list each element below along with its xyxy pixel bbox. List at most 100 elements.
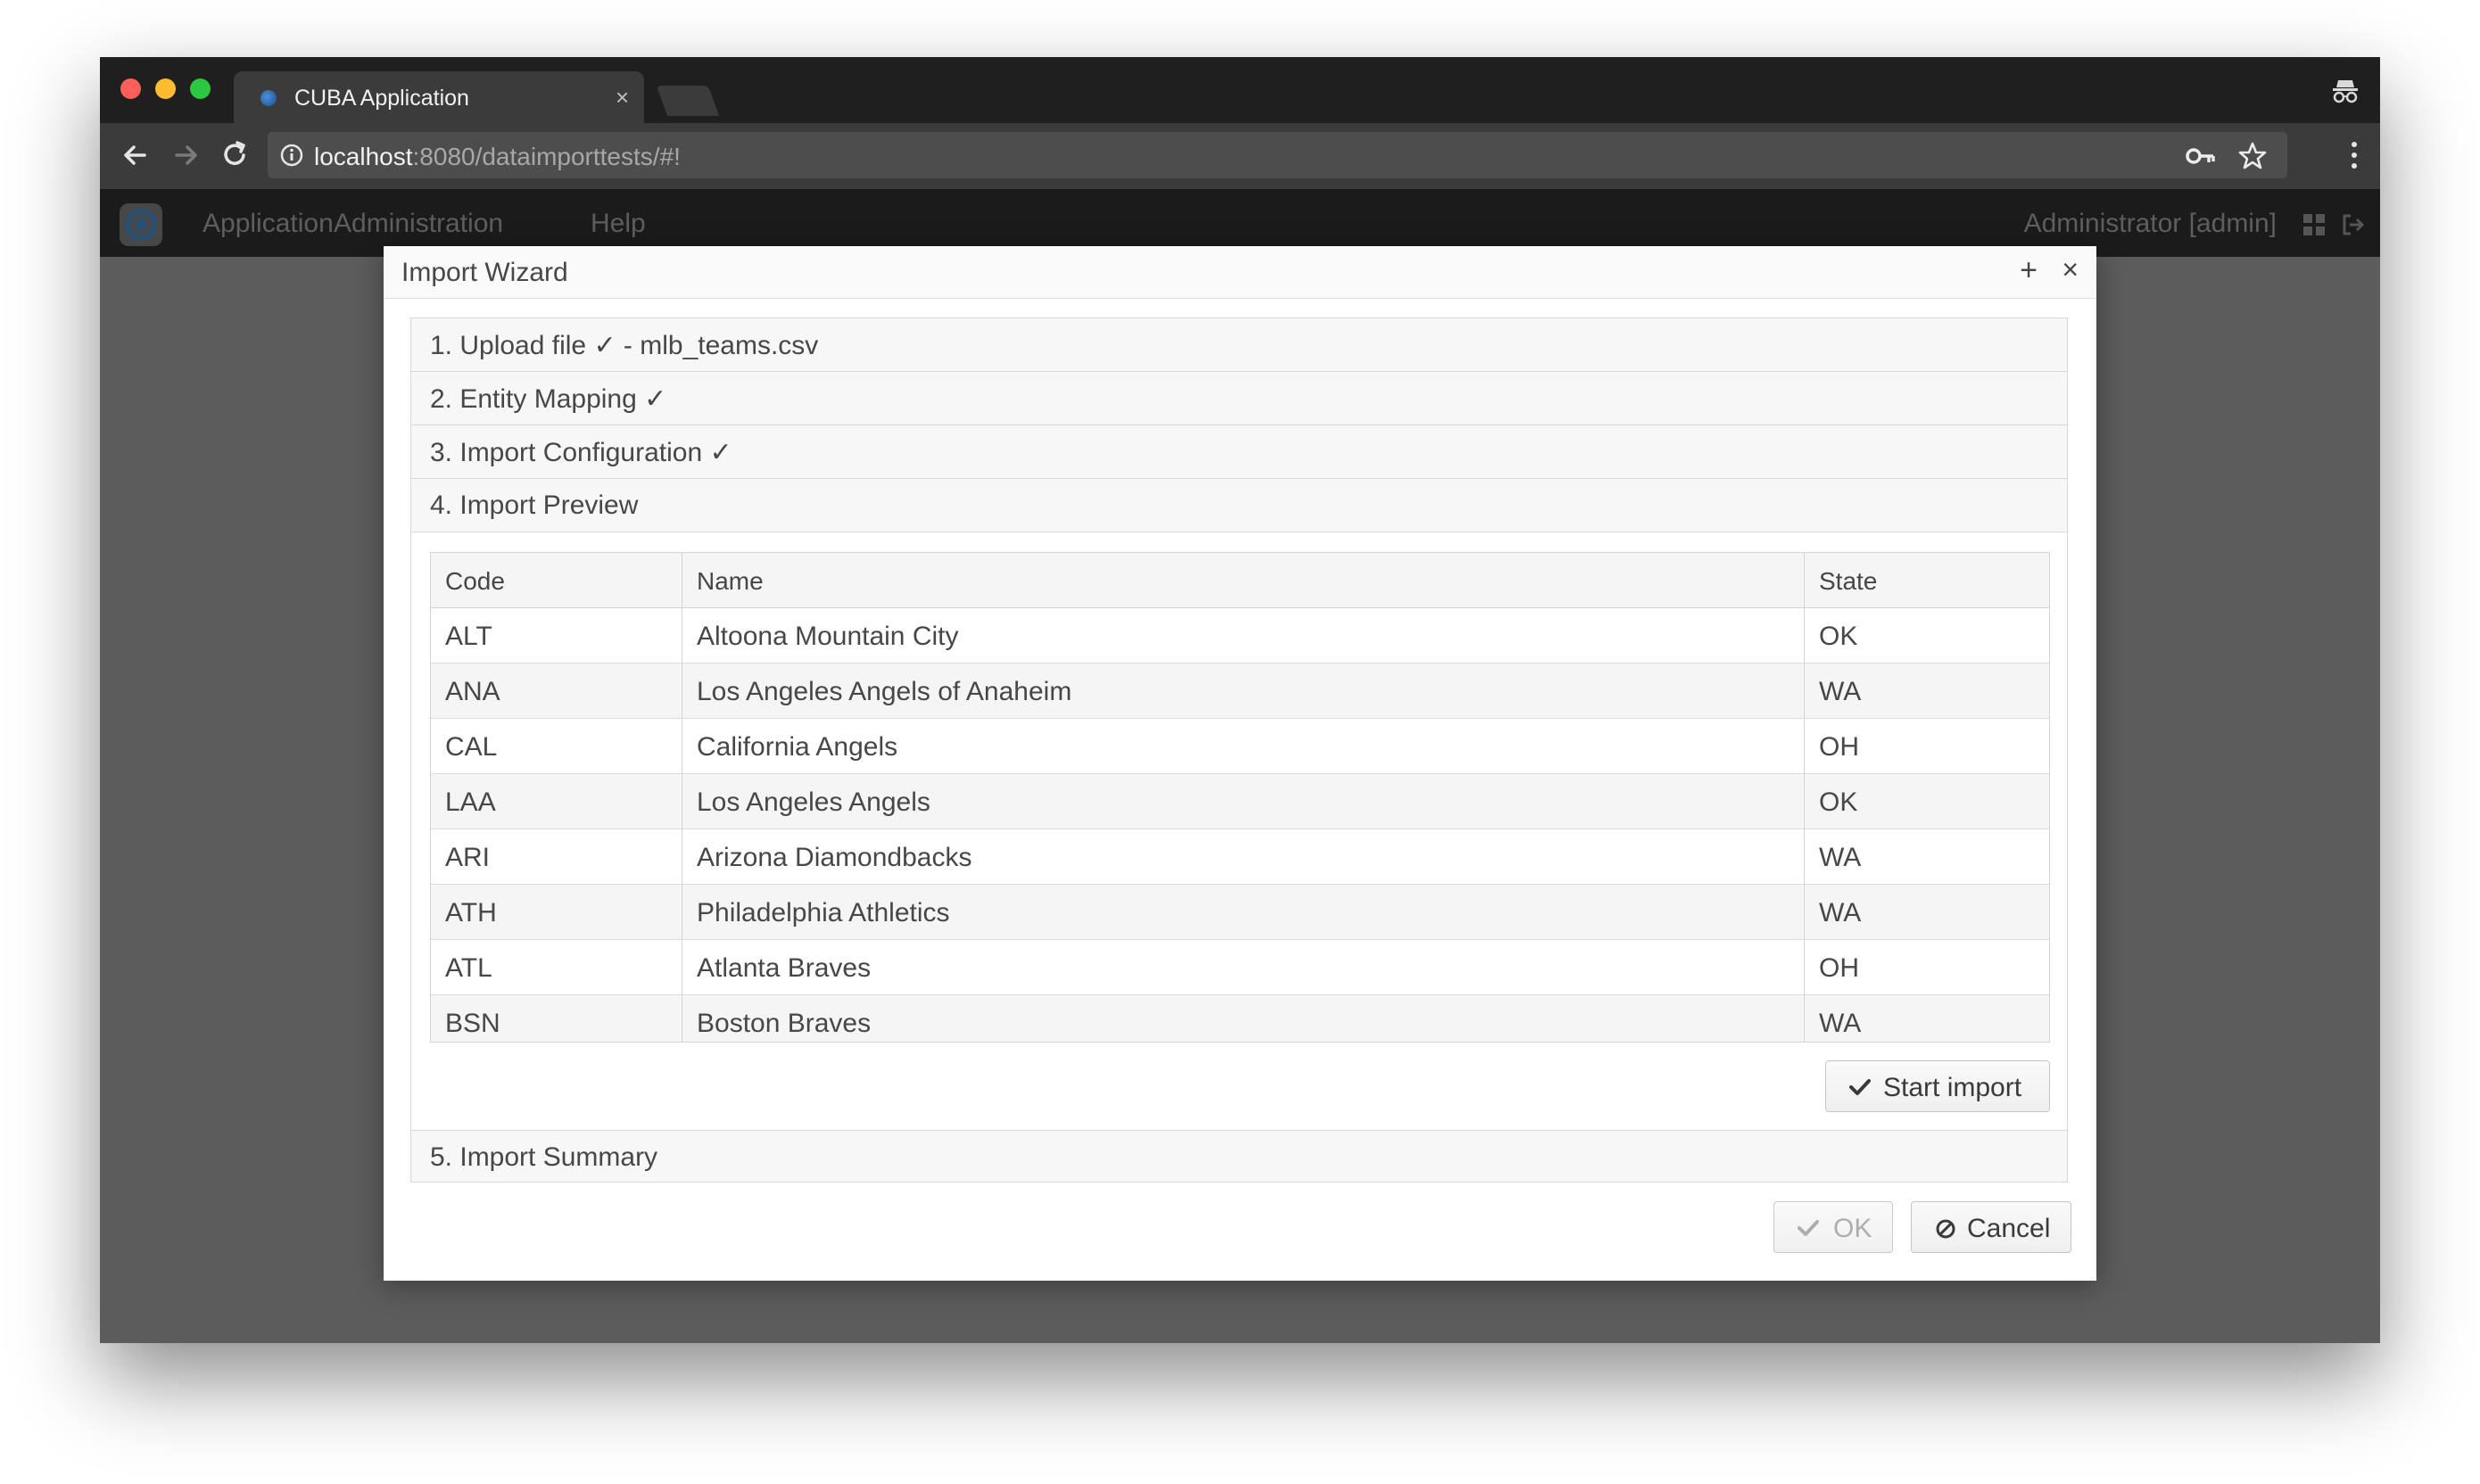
step-entity-mapping[interactable]: 2. Entity Mapping ✓ xyxy=(411,372,2067,425)
cell-state: OH xyxy=(1805,719,2049,774)
start-import-button[interactable]: Start import xyxy=(1825,1060,2050,1112)
forward-icon[interactable] xyxy=(166,136,205,175)
zoom-window-button[interactable] xyxy=(190,78,211,99)
url-host: localhost xyxy=(314,143,413,170)
cell-text: Los Angeles Angels xyxy=(697,787,930,817)
close-window-button[interactable] xyxy=(120,78,141,99)
step-import-configuration[interactable]: 3. Import Configuration ✓ xyxy=(411,425,2067,479)
table-row[interactable]: LAA Los Angeles Angels OK xyxy=(431,774,2049,829)
cell-text: CAL xyxy=(445,732,498,762)
ban-icon xyxy=(1936,1219,1955,1239)
cell-name: Philadelphia Athletics xyxy=(682,885,1805,940)
import-wizard-dialog: Import Wizard + × 1. Upload file ✓ - mlb… xyxy=(384,246,2096,1281)
check-icon xyxy=(1849,1079,1871,1095)
cell-code: ATH xyxy=(431,885,682,940)
cell-text: ARI xyxy=(445,843,491,872)
favicon-icon xyxy=(260,90,277,106)
column-header-code[interactable]: Code xyxy=(431,553,682,608)
bookmark-star-icon[interactable] xyxy=(2237,141,2268,171)
cell-text: Los Angeles Angels of Anaheim xyxy=(697,677,1072,706)
reload-icon[interactable] xyxy=(216,136,255,175)
menu-administration[interactable]: Administration xyxy=(334,209,503,239)
cell-text: WA xyxy=(1819,677,1862,706)
back-icon[interactable] xyxy=(116,136,155,175)
column-header-name[interactable]: Name xyxy=(682,553,1805,608)
new-tab-button[interactable] xyxy=(656,86,720,116)
menu-application[interactable]: Application xyxy=(203,209,334,239)
cell-name: Los Angeles Angels of Anaheim xyxy=(682,664,1805,719)
minimize-window-button[interactable] xyxy=(155,78,176,99)
address-bar[interactable]: localhost:8080/dataimporttests/#! xyxy=(268,132,2287,178)
cuba-logo-icon xyxy=(125,209,157,241)
table-row[interactable]: ALT Altoona Mountain City OK xyxy=(431,608,2049,664)
app-logo-icon[interactable] xyxy=(120,203,162,246)
browser-toolbar: localhost:8080/dataimporttests/#! xyxy=(100,123,2380,189)
dialog-close-button[interactable]: × xyxy=(2062,253,2079,286)
column-header-state[interactable]: State xyxy=(1805,553,2049,608)
wizard-accordion: 1. Upload file ✓ - mlb_teams.csv 2. Enti… xyxy=(410,317,2068,1183)
step-import-preview[interactable]: 4. Import Preview xyxy=(411,479,2067,532)
table-row[interactable]: ANA Los Angeles Angels of Anaheim WA xyxy=(431,664,2049,719)
cell-state: OK xyxy=(1805,774,2049,829)
check-icon xyxy=(1798,1220,1819,1236)
cell-state: WA xyxy=(1805,885,2049,940)
cell-text: OH xyxy=(1819,953,1859,983)
url-text: localhost:8080/dataimporttests/#! xyxy=(314,143,681,171)
key-icon[interactable] xyxy=(2186,143,2216,169)
cell-text: Philadelphia Athletics xyxy=(697,898,950,928)
table-row[interactable]: ATL Atlanta Braves OH xyxy=(431,940,2049,995)
column-header-label: Code xyxy=(445,567,505,595)
cell-text: ALT xyxy=(445,622,492,651)
cell-code: CAL xyxy=(431,719,682,774)
tab-strip: CUBA Application × xyxy=(100,57,2380,123)
cell-code: LAA xyxy=(431,774,682,829)
step-label: 3. Import Configuration ✓ xyxy=(430,438,732,467)
table-row[interactable]: CAL California Angels OH xyxy=(431,719,2049,774)
cell-text: ANA xyxy=(445,677,500,706)
maximize-button[interactable]: + xyxy=(2020,253,2038,288)
step-import-summary[interactable]: 5. Import Summary xyxy=(411,1130,2067,1182)
cell-text: OK xyxy=(1819,622,1858,651)
tab-title: CUBA Application xyxy=(294,86,469,111)
app-grid-icon[interactable] xyxy=(2303,214,2325,235)
cell-state: WA xyxy=(1805,664,2049,719)
step-label: 4. Import Preview xyxy=(430,491,639,520)
cell-text: Boston Braves xyxy=(697,1009,872,1038)
cancel-label: Cancel xyxy=(1967,1214,2051,1243)
cell-text: California Angels xyxy=(697,732,898,762)
dialog-header[interactable]: Import Wizard + × xyxy=(384,246,2096,299)
cell-state: WA xyxy=(1805,829,2049,885)
preview-table[interactable]: Code Name State ALT Altoona Mountain Cit… xyxy=(430,552,2050,1043)
cell-text: OK xyxy=(1819,787,1858,817)
cell-text: LAA xyxy=(445,787,496,817)
cell-name: Boston Braves xyxy=(682,995,1805,1042)
cell-code: BSN xyxy=(431,995,682,1042)
cell-text: Atlanta Braves xyxy=(697,953,872,983)
ok-button[interactable]: OK xyxy=(1773,1201,1893,1253)
table-row[interactable]: ARI Arizona Diamondbacks WA xyxy=(431,829,2049,885)
cell-text: WA xyxy=(1819,1009,1862,1038)
cell-state: OK xyxy=(1805,608,2049,664)
cell-name: Los Angeles Angels xyxy=(682,774,1805,829)
step-label: 2. Entity Mapping ✓ xyxy=(430,384,667,414)
tab-close-button[interactable]: × xyxy=(616,84,629,111)
cell-text: BSN xyxy=(445,1009,500,1038)
step-label: 1. Upload file ✓ - mlb_teams.csv xyxy=(430,331,819,360)
step-upload-file[interactable]: 1. Upload file ✓ - mlb_teams.csv xyxy=(411,318,2067,372)
table-row[interactable]: BSN Boston Braves WA xyxy=(431,995,2049,1042)
dialog-title: Import Wizard xyxy=(401,258,568,287)
browser-menu-icon[interactable] xyxy=(2348,139,2360,175)
menu-help[interactable]: Help xyxy=(591,209,646,239)
browser-tab[interactable]: CUBA Application × xyxy=(234,71,644,123)
step-label: 5. Import Summary xyxy=(430,1142,658,1172)
table-row[interactable]: ATH Philadelphia Athletics WA xyxy=(431,885,2049,940)
cell-code: ATL xyxy=(431,940,682,995)
user-name[interactable]: Administrator [admin] xyxy=(2024,209,2277,239)
logout-icon[interactable] xyxy=(2341,212,2366,237)
url-path: :8080/dataimporttests/#! xyxy=(412,143,681,170)
cancel-button[interactable]: Cancel xyxy=(1911,1201,2071,1253)
info-icon[interactable] xyxy=(280,144,303,167)
cell-text: ATL xyxy=(445,953,492,983)
cell-state: WA xyxy=(1805,995,2049,1042)
cell-text: OH xyxy=(1819,732,1859,762)
